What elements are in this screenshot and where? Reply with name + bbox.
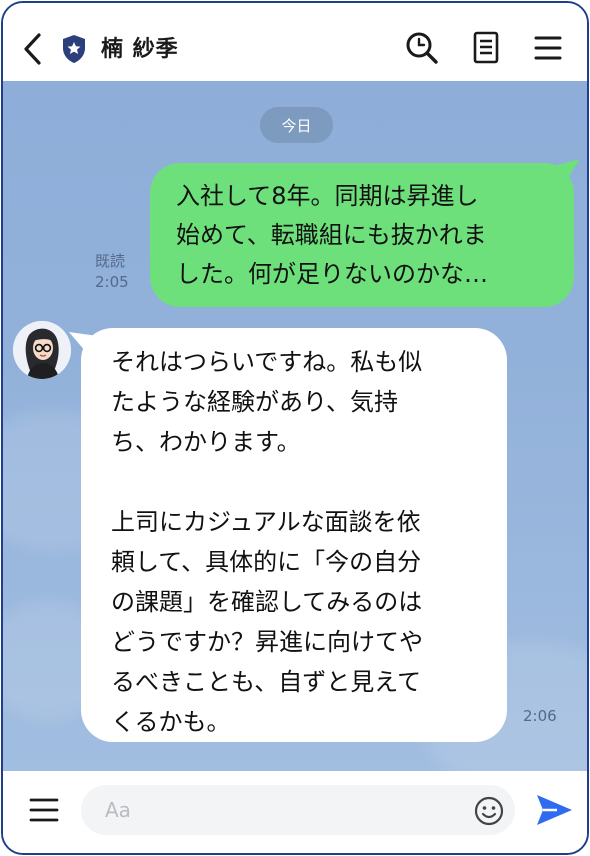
shield-star-icon (61, 34, 87, 64)
emoji-icon[interactable] (473, 795, 505, 827)
back-arrow-icon[interactable] (15, 29, 49, 69)
avatar[interactable] (13, 321, 71, 379)
read-receipt: 既読 (95, 252, 126, 270)
input-bar: Aa (3, 771, 587, 853)
outgoing-message-bubble[interactable]: 入社して8年。同期は昇進し 始めて、転職組にも抜かれま した。何が足りないのかな… (150, 159, 580, 307)
notes-icon[interactable] (468, 29, 504, 67)
outgoing-message-text: 入社して8年。同期は昇進し 始めて、転職組にも抜かれま した。何が足りないのかな… (176, 182, 488, 288)
phone-frame: 楠 紗季 今日 入社して8年。同期は昇進し 始めて、転職組にも抜かれま した。何… (1, 1, 589, 855)
bubble-tail (552, 159, 580, 183)
chat-area[interactable]: 今日 入社して8年。同期は昇進し 始めて、転職組にも抜かれま した。何が足りない… (3, 81, 587, 771)
message-meta: 既読 2:05 (95, 251, 141, 293)
menu-icon[interactable] (528, 29, 568, 67)
chat-title: 楠 紗季 (101, 37, 179, 62)
incoming-timestamp: 2:06 (523, 707, 557, 725)
search-icon[interactable] (403, 29, 441, 67)
date-separator: 今日 (260, 107, 333, 143)
incoming-message-bubble[interactable]: それはつらいですね。私も似 たような経験があり、気持 ち、わかります。 上司にカ… (69, 328, 507, 742)
outgoing-timestamp: 2:05 (95, 273, 129, 291)
bubble-tail (69, 332, 103, 356)
chat-header: 楠 紗季 (3, 3, 587, 81)
incoming-message-text: それはつらいですね。私も似 たような経験があり、気持 ち、わかります。 上司にカ… (111, 348, 423, 736)
menu-icon[interactable] (25, 793, 63, 827)
send-icon[interactable] (533, 789, 575, 831)
message-input[interactable]: Aa (81, 785, 515, 835)
